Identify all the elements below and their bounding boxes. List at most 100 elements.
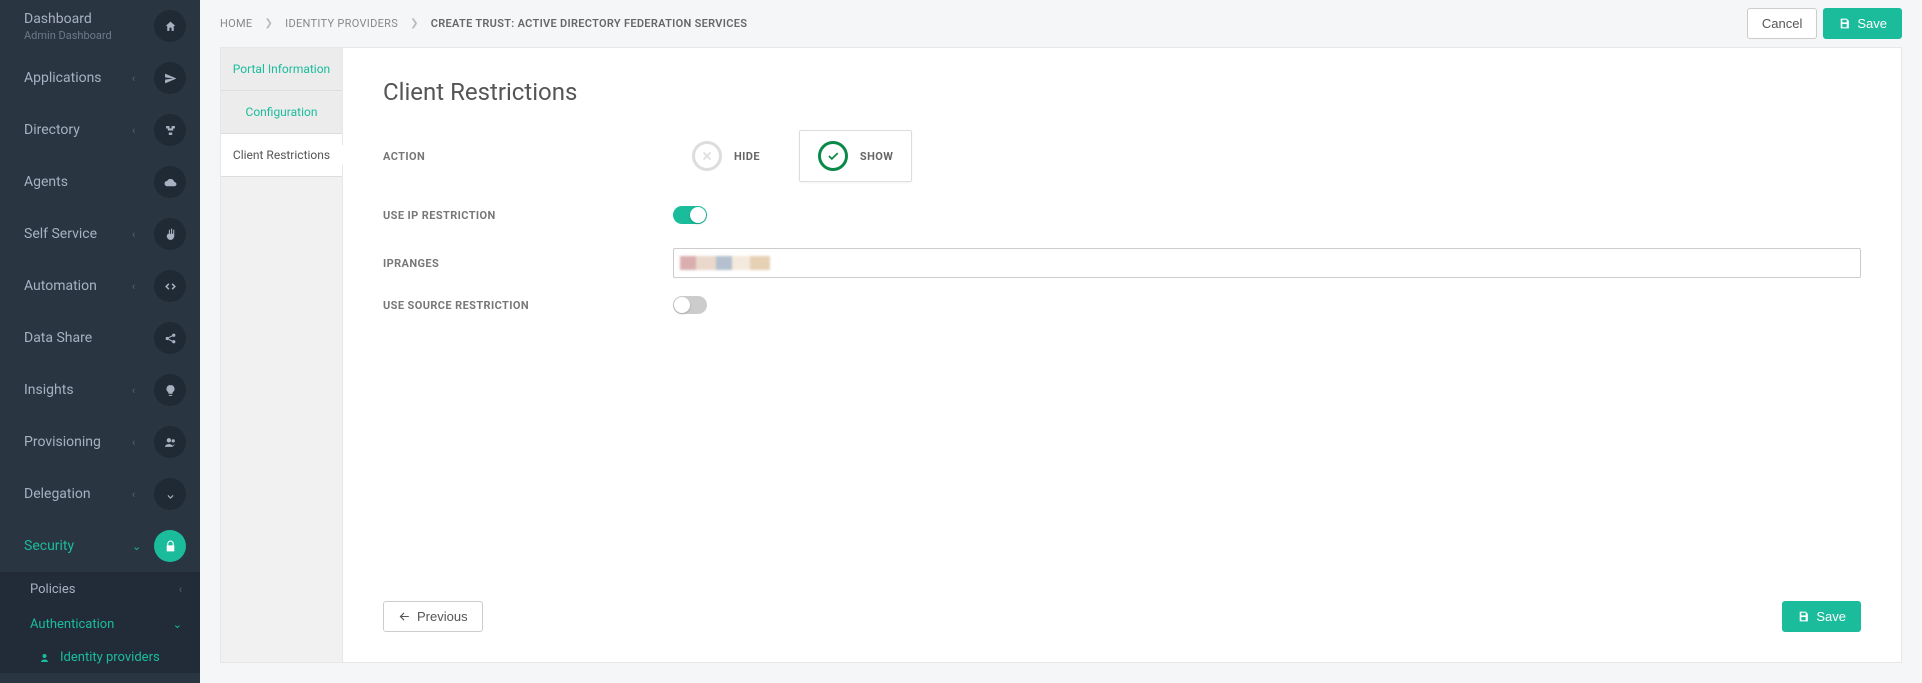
submenu-identity-providers[interactable]: Identity providers	[30, 642, 200, 673]
sidebar-item-selfservice[interactable]: Self Service ‹	[0, 208, 200, 260]
home-icon	[154, 10, 186, 42]
sidebar-item-label: Provisioning	[24, 434, 132, 450]
users-icon	[154, 426, 186, 458]
row-action: ACTION HIDE	[383, 130, 1861, 182]
sidebar: Dashboard Admin Dashboard Applications ‹…	[0, 0, 200, 683]
sidebar-item-datashare[interactable]: Data Share	[0, 312, 200, 364]
sidebar-item-automation[interactable]: Automation ‹	[0, 260, 200, 312]
sidebar-item-delegation[interactable]: Delegation ‹	[0, 468, 200, 520]
x-circle-icon	[692, 141, 722, 171]
sidebar-item-label: Agents	[24, 174, 132, 190]
code-icon	[154, 270, 186, 302]
chevron-left-icon: ‹	[132, 280, 142, 293]
label-ipranges: IPRANGES	[383, 257, 673, 270]
save-button[interactable]: Save	[1823, 8, 1902, 39]
row-ipranges: IPRANGES	[383, 248, 1861, 278]
sidebar-item-label: Automation	[24, 278, 132, 294]
wizard-card: Portal Information Configuration Client …	[220, 47, 1902, 663]
sidebar-item-agents[interactable]: Agents	[0, 156, 200, 208]
chevron-left-icon: ‹	[132, 124, 142, 137]
chevron-left-icon: ‹	[132, 72, 142, 85]
chevron-left-icon: ‹	[132, 436, 142, 449]
sidebar-item-label: Directory	[24, 122, 132, 138]
label-action: ACTION	[383, 150, 673, 163]
sidebar-security-submenu: Policies ‹ Authentication ⌄ Identity pro…	[0, 572, 200, 673]
arrow-down-icon	[154, 478, 186, 510]
chevron-left-icon: ‹	[132, 384, 142, 397]
cloud-icon	[154, 166, 186, 198]
iprange-tag	[680, 256, 770, 270]
button-label: Previous	[417, 609, 468, 624]
sidebar-item-label: Applications	[24, 70, 132, 86]
sidebar-item-directory[interactable]: Directory ‹	[0, 104, 200, 156]
label-use-ip: USE IP RESTRICTION	[383, 209, 673, 222]
radio-show[interactable]: SHOW	[799, 130, 912, 182]
submenu-policies[interactable]: Policies ‹	[30, 572, 200, 607]
lock-icon	[154, 530, 186, 562]
sidebar-item-insights[interactable]: Insights ‹	[0, 364, 200, 416]
chevron-left-icon: ‹	[179, 583, 182, 596]
button-label: Cancel	[1762, 16, 1802, 31]
chevron-right-icon: ❯	[264, 18, 273, 29]
chevron-down-icon: ⌄	[173, 618, 182, 631]
sidebar-item-security[interactable]: Security ⌄	[0, 520, 200, 572]
sidebar-item-sublabel: Admin Dashboard	[24, 29, 154, 42]
chevron-down-icon: ⌄	[132, 540, 142, 553]
sidebar-item-applications[interactable]: Applications ‹	[0, 52, 200, 104]
chevron-left-icon: ‹	[132, 228, 142, 241]
bulb-icon	[154, 374, 186, 406]
ipranges-input[interactable]	[673, 248, 1861, 278]
panel-title: Client Restrictions	[383, 78, 1861, 106]
send-icon	[154, 62, 186, 94]
sidebar-item-dashboard[interactable]: Dashboard Admin Dashboard	[0, 0, 200, 52]
row-use-source: USE SOURCE RESTRICTION	[383, 296, 1861, 314]
label-use-source: USE SOURCE RESTRICTION	[383, 299, 673, 312]
submenu-label: Identity providers	[60, 650, 160, 665]
panel: Client Restrictions ACTION HIDE	[343, 48, 1901, 662]
previous-button[interactable]: Previous	[383, 601, 483, 632]
submenu-label: Authentication	[30, 617, 114, 632]
check-circle-icon	[818, 141, 848, 171]
sidebar-item-label: Dashboard	[24, 11, 92, 27]
sitemap-icon	[154, 114, 186, 146]
breadcrumb-home[interactable]: HOME	[220, 17, 252, 30]
chevron-right-icon: ❯	[410, 18, 419, 29]
sidebar-item-label: Data Share	[24, 330, 132, 346]
sidebar-item-label: Security	[24, 538, 132, 554]
sidebar-item-provisioning[interactable]: Provisioning ‹	[0, 416, 200, 468]
radio-hide[interactable]: HIDE	[673, 130, 779, 182]
save-button-footer[interactable]: Save	[1782, 601, 1861, 632]
wizard-steps: Portal Information Configuration Client …	[221, 48, 343, 662]
breadcrumb-current: CREATE TRUST: ACTIVE DIRECTORY FEDERATIO…	[431, 17, 747, 30]
sidebar-item-label: Insights	[24, 382, 132, 398]
step-configuration[interactable]: Configuration	[221, 91, 342, 134]
button-label: Save	[1816, 609, 1846, 624]
toggle-use-source[interactable]	[673, 296, 707, 314]
submenu-label: Policies	[30, 582, 75, 597]
radio-group-action: HIDE SHOW	[673, 130, 1861, 182]
chevron-left-icon: ‹	[132, 488, 142, 501]
save-icon	[1838, 17, 1851, 30]
radio-label: HIDE	[734, 150, 760, 163]
top-buttons: Cancel Save	[1747, 8, 1902, 39]
step-client-restrictions[interactable]: Client Restrictions	[221, 134, 342, 177]
breadcrumb-idp[interactable]: IDENTITY PROVIDERS	[285, 17, 398, 30]
hand-icon	[154, 218, 186, 250]
submenu-authentication[interactable]: Authentication ⌄	[30, 607, 200, 642]
panel-footer: Previous Save	[383, 571, 1861, 632]
sidebar-item-label: Self Service	[24, 226, 132, 242]
row-use-ip: USE IP RESTRICTION	[383, 206, 1861, 224]
toggle-use-ip[interactable]	[673, 206, 707, 224]
user-plus-icon	[40, 652, 52, 664]
sidebar-item-label: Delegation	[24, 486, 132, 502]
main-content: HOME ❯ IDENTITY PROVIDERS ❯ CREATE TRUST…	[200, 0, 1922, 683]
share-icon	[154, 322, 186, 354]
step-label: Client Restrictions	[233, 148, 330, 162]
step-portal-information[interactable]: Portal Information	[221, 48, 342, 91]
arrow-left-icon	[398, 610, 411, 623]
step-label: Configuration	[246, 105, 318, 119]
breadcrumb: HOME ❯ IDENTITY PROVIDERS ❯ CREATE TRUST…	[220, 17, 747, 30]
step-label: Portal Information	[233, 62, 330, 76]
cancel-button[interactable]: Cancel	[1747, 8, 1817, 39]
topbar: HOME ❯ IDENTITY PROVIDERS ❯ CREATE TRUST…	[200, 0, 1922, 47]
